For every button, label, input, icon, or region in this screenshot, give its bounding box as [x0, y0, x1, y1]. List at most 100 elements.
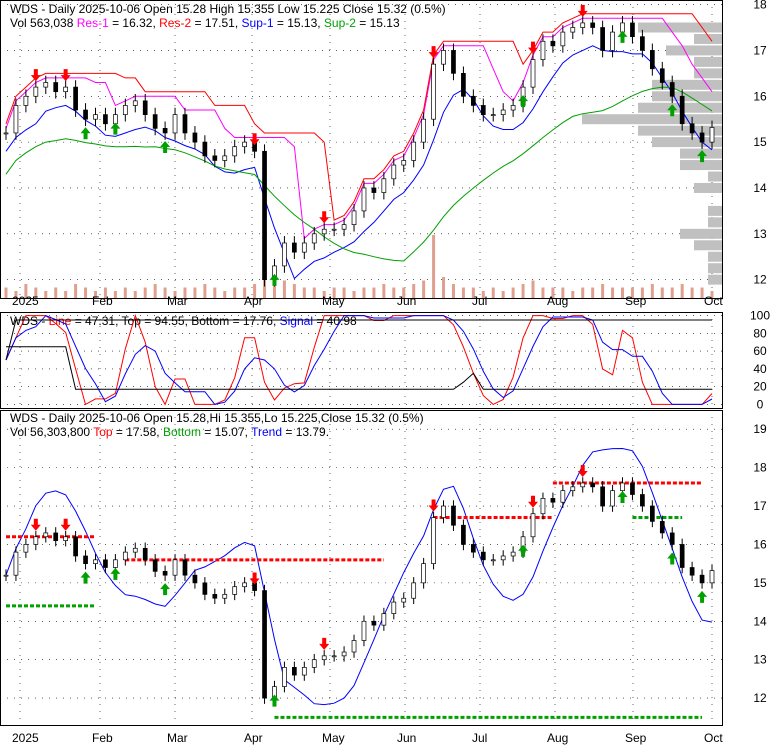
p1-title: WDS - Daily 2025-10-06 Open 15.28 High 1…: [10, 2, 446, 16]
volume-bar: [193, 287, 197, 298]
y-tick-label: 20: [753, 380, 767, 394]
y-tick-label: 19: [753, 422, 767, 436]
buy-arrow-icon: [697, 590, 708, 603]
p1-candle: [222, 155, 228, 161]
volume-bar: [362, 287, 366, 298]
p3-candle: [53, 532, 59, 541]
p3-candle: [212, 594, 218, 599]
volume-bar: [650, 284, 654, 298]
p1-candle: [480, 105, 486, 115]
p1-candle: [113, 114, 118, 125]
p1-candle: [282, 242, 287, 267]
p1-candle: [212, 155, 218, 161]
p3-candle: [242, 582, 247, 588]
p1-candle: [659, 68, 665, 83]
p1-candle: [590, 22, 596, 28]
p3-candle: [182, 559, 188, 576]
sell-arrow-icon: [60, 69, 71, 82]
p1-candle: [560, 31, 566, 47]
p3-candle: [550, 498, 556, 503]
p3-title: WDS - Daily 2025-10-06 Open 15.28,Hi 15.…: [10, 411, 424, 425]
stock-chart: WDS - Daily 2025-10-06 Open 15.28 High 1…: [0, 0, 780, 745]
volume-bar: [203, 284, 207, 298]
p3-candle: [431, 517, 436, 565]
volume-profile-bar: [694, 182, 722, 193]
p1-candle: [570, 27, 576, 33]
p3-candle: [222, 594, 228, 599]
p3-candle: [709, 570, 715, 584]
chart-svg: WDS - Daily 2025-10-06 Open 15.28 High 1…: [0, 0, 770, 745]
p1-candle: [142, 100, 148, 115]
p1-candle: [490, 114, 496, 116]
p1-candle: [689, 123, 695, 134]
volume-bar: [591, 287, 595, 298]
volume-bar: [382, 284, 386, 298]
month-label: Aug: [547, 294, 568, 308]
volume-profile-bar: [708, 263, 722, 274]
y-tick-label: 16: [753, 89, 767, 103]
p3-candle: [659, 521, 665, 534]
volume-profile-bar: [652, 91, 722, 102]
p1-candle: [172, 114, 178, 134]
p1-candle: [500, 109, 506, 115]
p3-candle: [451, 505, 456, 526]
p1-candle: [580, 22, 586, 28]
y-tick-label: 15: [753, 135, 767, 149]
month-label: May: [322, 294, 345, 308]
month-label: Oct: [704, 294, 723, 308]
volume-bar: [352, 291, 356, 298]
p1-candle: [540, 40, 546, 60]
volume-profile-bar: [694, 56, 722, 67]
volume-bar: [282, 280, 286, 298]
volume-bar: [670, 287, 674, 298]
y-tick-label: 18: [753, 461, 767, 475]
volume-bar: [451, 284, 455, 298]
y-tick-label: 14: [753, 181, 767, 195]
p1-candle: [411, 141, 417, 161]
p1-candle: [401, 160, 407, 166]
p3-candle: [142, 547, 148, 561]
volume-bar: [571, 291, 575, 298]
p1-candle: [13, 105, 19, 134]
y-tick-label: 60: [753, 344, 767, 358]
p3-candle: [93, 559, 98, 565]
p3-candle: [640, 494, 645, 507]
month-label: May: [322, 731, 345, 745]
panel-frame-3: [0, 410, 723, 726]
y-tick-label: 17: [753, 43, 767, 57]
p3-candle: [172, 559, 178, 576]
p3-candle: [620, 482, 625, 492]
p1-candle: [63, 86, 69, 93]
p3-candle: [292, 667, 297, 676]
p1-candle: [301, 242, 307, 253]
p3-candle: [331, 655, 337, 658]
p1-candle: [132, 100, 138, 106]
p3-candle: [689, 567, 695, 576]
y-tick-label: 17: [753, 499, 767, 513]
volume-bar: [511, 287, 515, 298]
p1-candle: [431, 63, 436, 120]
sup1-line: [5, 45, 713, 280]
y-tick-label: 18: [753, 0, 767, 12]
y-tick-label: 80: [753, 326, 767, 340]
p3-candle: [391, 601, 397, 614]
p3-candle: [540, 498, 546, 515]
month-label: Jun: [397, 294, 416, 308]
p1-candle: [202, 141, 208, 157]
p1-candle: [292, 242, 297, 253]
buy-arrow-icon: [518, 95, 529, 108]
p3-candle: [441, 505, 446, 518]
volume-bar: [213, 287, 217, 298]
p3-candle: [232, 586, 238, 595]
p3-candle: [311, 659, 317, 668]
volume-profile-bar: [666, 45, 722, 56]
month-label: Apr: [244, 294, 263, 308]
p3-candle: [202, 582, 208, 595]
p3-candle: [341, 651, 347, 657]
signal-line: [5, 315, 713, 405]
p1-candle: [530, 59, 536, 88]
p1-candle: [43, 82, 49, 88]
p3-candle: [73, 536, 78, 557]
buy-arrow-icon: [110, 567, 121, 580]
volume-profile-bar: [708, 205, 722, 216]
